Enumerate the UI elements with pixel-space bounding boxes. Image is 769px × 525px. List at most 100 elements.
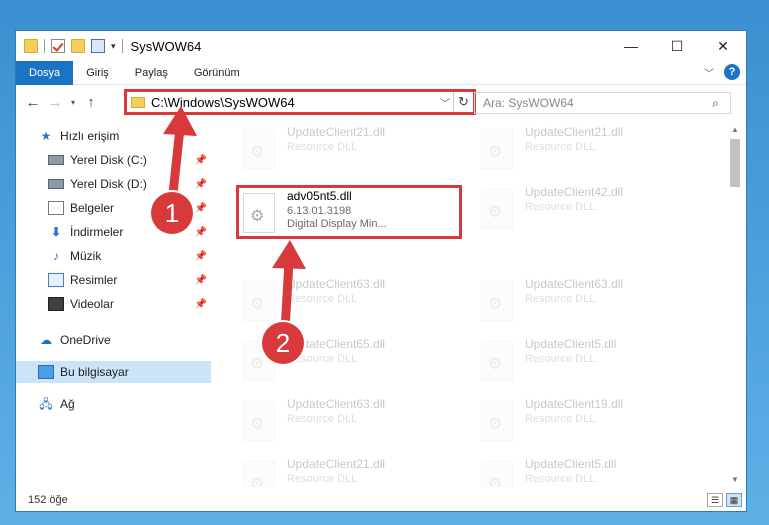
pin-icon[interactable]: 📌 [195,251,207,262]
address-dropdown-chevron-icon[interactable]: ﹀ [437,95,453,110]
list-item[interactable]: UpdateClient63.dll Resource DLL [239,277,459,325]
tab-share[interactable]: Paylaş [122,61,181,85]
scroll-down-arrow-icon[interactable]: ▼ [728,473,742,487]
disk-icon [48,179,64,189]
address-bar[interactable]: C:\Windows\SysWOW64 ﹀ ↻ [124,89,476,115]
file-name: UpdateClient63.dll [287,277,386,291]
help-icon[interactable]: ? [724,64,740,80]
nav-item-this-pc[interactable]: Bu bilgisayar [16,361,211,383]
nav-label: OneDrive [60,333,111,347]
highlight-box [236,185,462,239]
list-item[interactable]: UpdateClient42.dll Resource DLL [477,185,697,233]
back-arrow-icon[interactable]: ← [22,94,44,111]
network-icon: 🖧 [39,397,53,411]
pin-icon[interactable]: 📌 [195,227,207,238]
list-item[interactable]: UpdateClient21.dll Resource DLL [239,457,459,487]
maximize-button[interactable]: ☐ [654,31,700,61]
details-view-icon[interactable]: ☰ [707,493,723,507]
nav-label: Bu bilgisayar [60,365,129,379]
customize-toolbar-chevron-icon[interactable]: ▾ [111,41,116,52]
scroll-thumb[interactable] [730,139,740,187]
download-icon: ⬇ [50,225,62,239]
list-item[interactable]: UpdateClient19.dll Resource DLL [477,397,697,445]
nav-item-disk-c[interactable]: Yerel Disk (C:) 📌 [16,149,211,171]
tab-home[interactable]: Giriş [73,61,122,85]
file-description: Resource DLL [287,293,358,305]
file-description: Resource DLL [525,141,596,153]
forward-arrow-icon[interactable]: → [44,94,66,111]
nav-label: Belgeler [70,201,115,215]
recent-locations-chevron-icon[interactable]: ▾ [66,98,80,107]
nav-item-onedrive[interactable]: ☁ OneDrive [16,329,211,351]
dll-file-icon [481,461,513,487]
step-badge-1: 1 [151,192,193,234]
tab-file[interactable]: Dosya [16,60,74,85]
file-name: UpdateClient63.dll [287,397,386,411]
pin-icon[interactable]: 📌 [195,179,207,190]
pin-icon[interactable]: 📌 [195,299,207,310]
quick-access-toolbar: ▾ [16,31,123,61]
file-name: UpdateClient21.dll [525,125,624,139]
expand-ribbon-chevron-icon[interactable]: ﹀ [704,65,714,80]
dll-file-icon [481,129,513,169]
pin-icon[interactable]: 📌 [195,155,207,166]
pin-icon[interactable]: 📌 [195,275,207,286]
list-item[interactable]: UpdateClient63.dll Resource DLL [239,397,459,445]
disk-icon [48,155,64,165]
list-item[interactable]: UpdateClient21.dll Resource DLL [239,125,459,173]
folder-icon [131,96,145,108]
nav-item-disk-d[interactable]: Yerel Disk (D:) 📌 [16,173,211,195]
nav-item-music[interactable]: ♪ Müzik 📌 [16,245,211,267]
ribbon-tabs: Dosya Giriş Paylaş Görünüm ﹀ ? [16,60,746,85]
properties-icon[interactable] [91,39,105,53]
dll-file-icon [243,401,275,441]
new-folder-icon[interactable] [71,39,85,53]
music-icon: ♪ [53,249,59,263]
file-description: Resource DLL [287,141,358,153]
folder-icon[interactable] [24,39,38,53]
dll-file-icon [481,189,513,229]
nav-item-network[interactable]: 🖧 Ağ [16,393,211,415]
vertical-scrollbar[interactable]: ▲ ▼ [728,123,742,487]
file-description: Resource DLL [287,473,358,485]
minimize-button[interactable]: — [608,31,654,61]
cloud-icon: ☁ [40,333,52,347]
nav-item-pictures[interactable]: Resimler 📌 [16,269,211,291]
title-bar: ▾ SysWOW64 — ☐ ✕ [16,31,746,61]
list-item[interactable]: UpdateClient21.dll Resource DLL [477,125,697,173]
scroll-up-arrow-icon[interactable]: ▲ [728,123,742,137]
search-input[interactable]: Ara: SysWOW64 ⌕ [474,92,731,114]
dll-file-icon [481,401,513,441]
nav-label: Resimler [70,273,118,287]
file-name: UpdateClient21.dll [287,457,386,471]
tab-view[interactable]: Görünüm [181,61,253,85]
title-divider [121,39,123,53]
list-item[interactable]: UpdateClient5.dll Resource DLL [477,457,697,487]
pin-icon[interactable]: 📌 [195,203,207,214]
nav-label: Hızlı erişim [60,129,120,143]
refresh-icon[interactable]: ↻ [453,92,473,112]
file-name: UpdateClient42.dll [525,185,624,199]
dll-file-icon [481,341,513,381]
close-button[interactable]: ✕ [700,31,746,61]
search-icon[interactable]: ⌕ [712,96,730,111]
file-list: UpdateClient21.dllResource DLL adv05nt5.… [219,123,727,487]
nav-label: İndirmeler [70,225,124,239]
nav-quick-access[interactable]: ★ Hızlı erişim [16,125,211,147]
file-name: UpdateClient5.dll [525,337,617,351]
file-description: Resource DLL [525,293,596,305]
properties-check-icon[interactable] [51,39,65,53]
file-name: UpdateClient19.dll [525,397,624,411]
address-path[interactable]: C:\Windows\SysWOW64 [151,95,437,110]
star-icon: ★ [40,129,52,143]
navigation-pane: ★ Hızlı erişim Yerel Disk (C:) 📌 Yerel D… [16,123,211,487]
list-item[interactable]: UpdateClient63.dll Resource DLL [477,277,697,325]
list-item[interactable]: UpdateClient5.dll Resource DLL [477,337,697,385]
nav-item-videos[interactable]: Videolar 📌 [16,293,211,315]
item-count: 152 öğe [28,494,68,506]
up-arrow-icon[interactable]: ↑ [80,94,102,111]
status-bar: 152 öğe ☰ ▦ [16,489,746,511]
tiles-view-icon[interactable]: ▦ [726,493,742,507]
file-description: Resource DLL [525,413,596,425]
videos-icon [48,297,64,311]
